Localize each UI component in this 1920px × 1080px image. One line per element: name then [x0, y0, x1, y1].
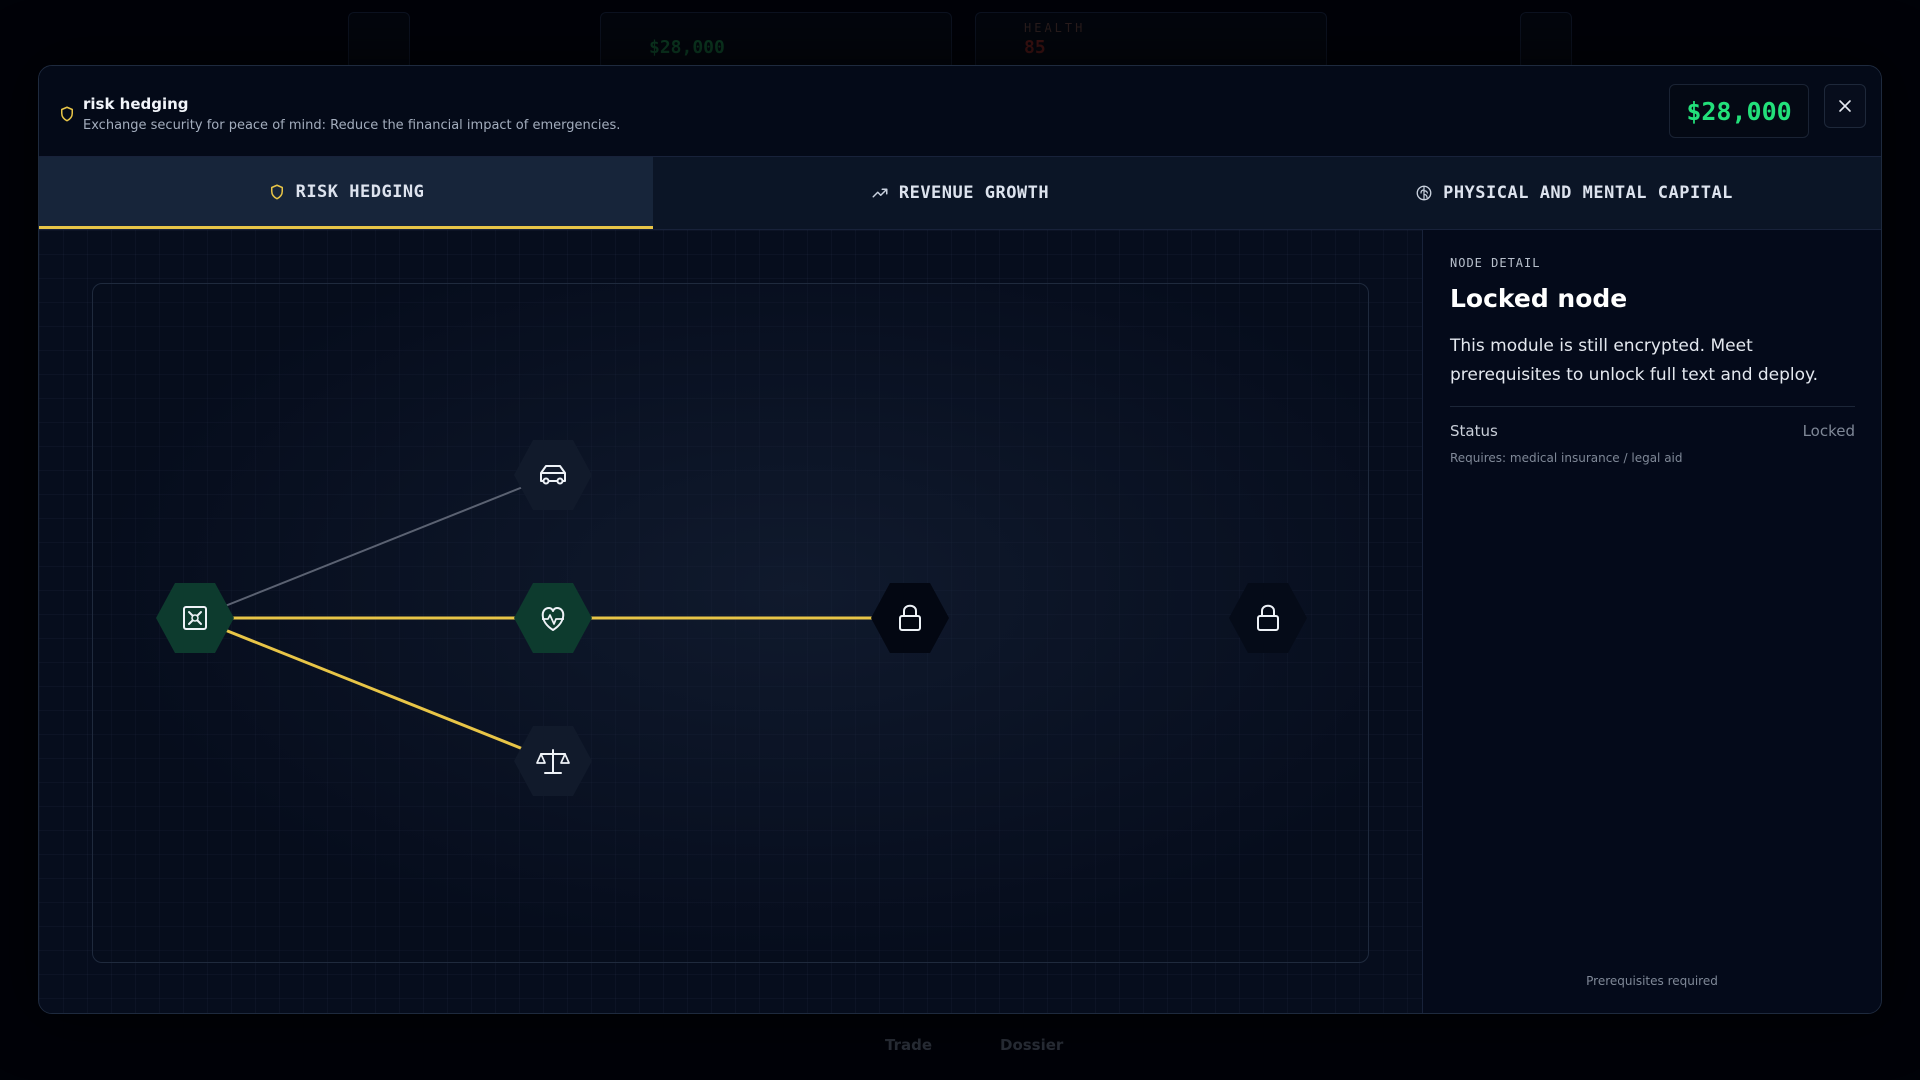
- tab-label: RISK HEDGING: [295, 181, 425, 202]
- modal-title: risk hedging: [83, 95, 189, 113]
- skill-graph: [156, 440, 1307, 796]
- node-detail-panel: NODE DETAIL Locked node This module is s…: [1423, 230, 1881, 1013]
- requirements-text: Requires: medical insurance / legal aid: [1450, 451, 1683, 465]
- brain-icon: [1416, 185, 1432, 201]
- close-icon: [1839, 100, 1851, 112]
- background-health-label: HEALTH: [1024, 21, 1086, 35]
- background-dock-trade: Trade: [885, 1036, 933, 1054]
- skill-node-locked-1[interactable]: [871, 583, 949, 653]
- shield-icon: [270, 184, 283, 199]
- skill-node-locked-2[interactable]: [1229, 583, 1307, 653]
- detail-title: Locked node: [1450, 284, 1628, 313]
- skill-tree-modal: risk hedging Exchange security for peace…: [38, 65, 1882, 1014]
- money-balance: $28,000: [1669, 84, 1809, 138]
- detail-eyebrow: NODE DETAIL: [1450, 256, 1541, 270]
- tab-risk-hedging[interactable]: RISK HEDGING: [39, 157, 653, 229]
- tab-physical-and-mental-capital[interactable]: PHYSICAL AND MENTAL CAPITAL: [1267, 157, 1881, 229]
- status-label: Status: [1450, 422, 1498, 440]
- tab-label: REVENUE GROWTH: [898, 183, 1050, 203]
- skill-node-health[interactable]: [514, 583, 592, 653]
- background-money-value: $28,000: [649, 37, 725, 58]
- skill-graph-area: [39, 230, 1423, 1013]
- edge-root-legal: [194, 616, 554, 763]
- skill-node-legal[interactable]: [514, 726, 592, 796]
- background-dock-dossier: Dossier: [1000, 1036, 1064, 1054]
- skill-node-car[interactable]: [514, 440, 592, 510]
- modal-subtitle: Exchange security for peace of mind: Red…: [83, 118, 621, 133]
- background-money-chip: $28,000: [600, 12, 952, 70]
- status-value: Locked: [1802, 422, 1855, 440]
- skill-node-root[interactable]: [156, 583, 234, 653]
- background-chip-left: [348, 12, 410, 70]
- detail-description: This module is still encrypted. Meet pre…: [1450, 336, 1819, 385]
- trending-up-icon: [872, 188, 888, 198]
- tab-bar: RISK HEDGING REVENUE GROWTH PHYSICAL AND…: [39, 157, 1881, 230]
- modal-header: risk hedging Exchange security for peace…: [39, 66, 1881, 157]
- shield-icon: [61, 106, 73, 122]
- edge-root-car: [194, 474, 554, 619]
- background-health-value: 85: [1024, 37, 1046, 58]
- tab-revenue-growth[interactable]: REVENUE GROWTH: [653, 157, 1267, 229]
- tab-label: PHYSICAL AND MENTAL CAPITAL: [1443, 183, 1733, 203]
- background-chip-right: [1520, 12, 1572, 70]
- background-health-chip: HEALTH 85: [975, 12, 1327, 70]
- close-button[interactable]: [1824, 84, 1866, 128]
- detail-divider: [1450, 406, 1855, 407]
- prerequisites-footer: Prerequisites required: [1586, 974, 1718, 988]
